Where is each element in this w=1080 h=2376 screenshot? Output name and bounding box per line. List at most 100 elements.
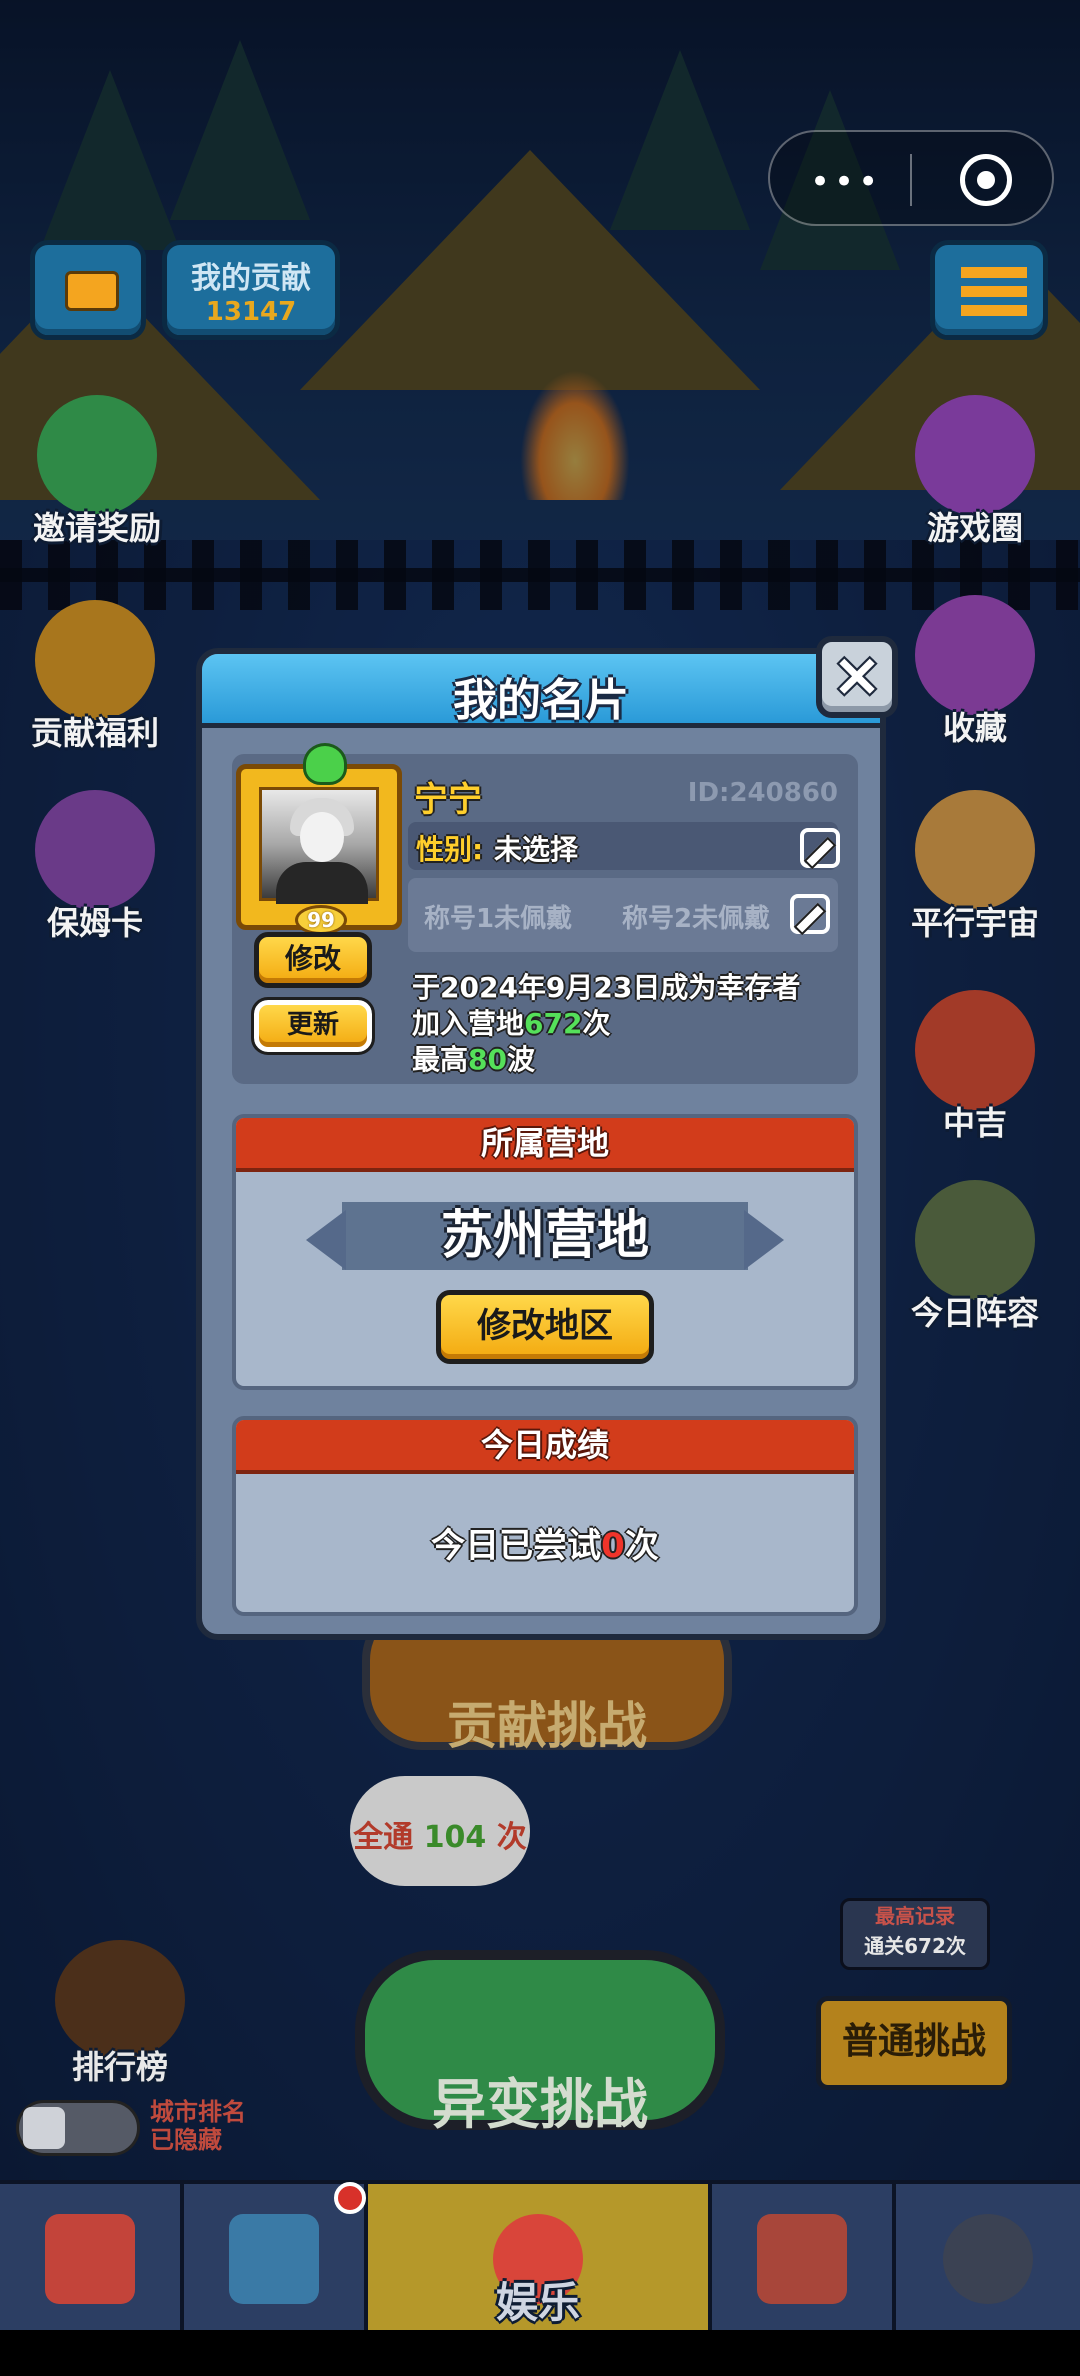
join-suffix: 次 — [582, 1007, 611, 1040]
gender-row: 性别: 未选择 — [408, 822, 838, 870]
shop-icon — [45, 2214, 135, 2304]
best-wave: 最高80波 — [412, 1038, 535, 1078]
close-icon: × — [831, 640, 883, 710]
side-game-circle[interactable]: 游戏圈 — [890, 395, 1060, 549]
nav-tab-locked[interactable] — [896, 2184, 1080, 2334]
lock-icon — [943, 2214, 1033, 2304]
nav-tab-entertainment[interactable]: 娱乐 — [368, 2184, 712, 2334]
avatar[interactable]: 99 — [236, 743, 402, 935]
group-icon — [915, 395, 1035, 515]
today-attempts: 今日已尝试0次 — [236, 1518, 854, 1567]
maid-icon — [35, 790, 155, 910]
side-label: 中吉 — [942, 1104, 1007, 1142]
clear-count-text: 全通 104 次 — [350, 1812, 530, 1856]
side-invite-reward[interactable]: 邀请奖励 — [12, 395, 182, 549]
side-today-lineup[interactable]: 今日阵容 — [890, 1180, 1060, 1334]
contribution-challenge-label: 贡献挑战 — [447, 1697, 647, 1755]
menu-button[interactable] — [930, 240, 1048, 340]
avatar-body — [276, 862, 368, 904]
city-rank-hidden-label: 城市排名 已隐藏 — [150, 2098, 246, 2154]
city-rank-toggle[interactable] — [16, 2100, 140, 2156]
gender-label: 性别: — [416, 833, 484, 866]
title-slot-2: 称号2未佩戴 — [622, 904, 771, 934]
edit-avatar-button[interactable]: 修改 — [254, 932, 372, 988]
side-label: 平行宇宙 — [910, 904, 1039, 942]
profile-card-button[interactable] — [30, 240, 146, 340]
today-prefix: 今日已尝试 — [431, 1526, 602, 1566]
best-suffix: 波 — [506, 1043, 535, 1076]
clear-count-bubble: 全通 104 次 — [350, 1776, 530, 1886]
side-nanny-card[interactable]: 保姆卡 — [10, 790, 180, 944]
bubble-count: 104 — [423, 1820, 487, 1855]
record-value: 通关672次 — [864, 1934, 966, 1958]
side-label: 收藏 — [942, 709, 1007, 747]
side-contribution-welfare[interactable]: 贡献福利 — [10, 600, 180, 754]
nav-tab-label: 娱乐 — [495, 2278, 580, 2327]
fortune-icon — [915, 990, 1035, 1110]
change-region-button[interactable]: 修改地区 — [436, 1290, 654, 1364]
more-icon[interactable]: ••• — [810, 162, 882, 202]
profile-panel: 99 修改 更新 宁宁 ID:240860 性别: 未选择 称号1未佩戴 称号2… — [232, 743, 858, 1084]
side-collection[interactable]: 收藏 — [890, 595, 1060, 749]
best-wave-value: 80 — [468, 1043, 507, 1076]
best-prefix: 最高 — [412, 1043, 469, 1076]
book-icon — [915, 595, 1035, 715]
level-badge: 99 — [295, 905, 347, 935]
record-title: 最高记录 — [875, 1904, 955, 1928]
close-button[interactable]: × — [816, 636, 898, 718]
camp-section: 所属营地 苏州营地 修改地区 — [232, 1114, 858, 1390]
side-parallel-universe[interactable]: 平行宇宙 — [890, 790, 1060, 944]
nav-tab-shop[interactable] — [0, 2184, 184, 2334]
mutation-challenge-button[interactable]: 异变挑战 — [355, 1950, 725, 2136]
camp-section-header: 所属营地 — [236, 1118, 854, 1172]
refresh-button[interactable]: 更新 — [251, 997, 375, 1055]
nav-tab-twins[interactable] — [712, 2184, 896, 2334]
today-suffix: 次 — [624, 1526, 659, 1566]
normal-challenge-button[interactable]: 普通挑战 — [816, 1996, 1012, 2090]
today-section-header: 今日成绩 — [236, 1420, 854, 1474]
capsule-divider — [910, 154, 912, 206]
contribution-label: 我的贡献 — [191, 261, 311, 296]
today-count-value: 0 — [601, 1526, 625, 1566]
today-section: 今日成绩 今日已尝试0次 — [232, 1416, 858, 1616]
leaderboard-button[interactable]: 排行榜 — [50, 1940, 190, 2088]
mutation-challenge-label: 异变挑战 — [432, 2073, 648, 2136]
edit-gender-pencil-icon[interactable] — [800, 828, 840, 868]
avatar-image — [259, 787, 379, 904]
bubble-suffix: 次 — [496, 1820, 527, 1855]
id-card-icon — [65, 271, 119, 311]
city-rank-line1: 城市排名 — [150, 2098, 246, 2126]
city-rank-line2: 已隐藏 — [150, 2126, 222, 2154]
join-prefix: 加入营地 — [412, 1007, 525, 1040]
business-card-modal: 我的名片 99 修改 更新 宁宁 ID:240860 性别: 未选择 称号1未佩… — [196, 648, 886, 1640]
bottom-nav: 娱乐 — [0, 2180, 1080, 2334]
edit-title-pencil-icon[interactable] — [790, 894, 830, 934]
system-gesture-bar — [0, 2330, 1080, 2376]
join-camp-count: 加入营地672次 — [412, 1002, 610, 1042]
nickname: 宁宁 — [414, 780, 482, 820]
survivor-since: 于2024年9月23日成为幸存者 — [412, 971, 801, 1004]
bubble-prefix: 全通 — [353, 1820, 414, 1855]
leaderboard-label: 排行榜 — [71, 2048, 168, 2086]
modal-header: 我的名片 — [202, 654, 880, 728]
gender-value: 未选择 — [494, 833, 579, 866]
player-id: ID:240860 — [687, 778, 838, 808]
close-miniprogram-icon[interactable] — [960, 154, 1012, 206]
side-label: 今日阵容 — [910, 1294, 1039, 1332]
title-slot-1: 称号1未佩戴 — [424, 904, 573, 934]
best-record-badge: 最高记录 通关672次 — [840, 1898, 990, 1970]
twins-icon — [757, 2214, 847, 2304]
join-count-value: 672 — [524, 1007, 583, 1040]
side-fortune[interactable]: 中吉 — [890, 990, 1060, 1144]
titles-row: 称号1未佩戴 称号2未佩戴 — [408, 878, 838, 952]
friends-icon — [37, 395, 157, 515]
avatar-face — [300, 812, 344, 862]
side-label: 贡献福利 — [30, 714, 159, 752]
camp-name: 苏州营地 — [440, 1206, 649, 1266]
side-label: 游戏圈 — [926, 509, 1023, 547]
miniprogram-capsule: ••• — [768, 130, 1054, 226]
list-icon — [961, 267, 1027, 317]
my-contribution-button[interactable]: 我的贡献 13147 — [162, 240, 340, 340]
planet-icon — [915, 790, 1035, 910]
crossed-swords-icon — [229, 2214, 319, 2304]
